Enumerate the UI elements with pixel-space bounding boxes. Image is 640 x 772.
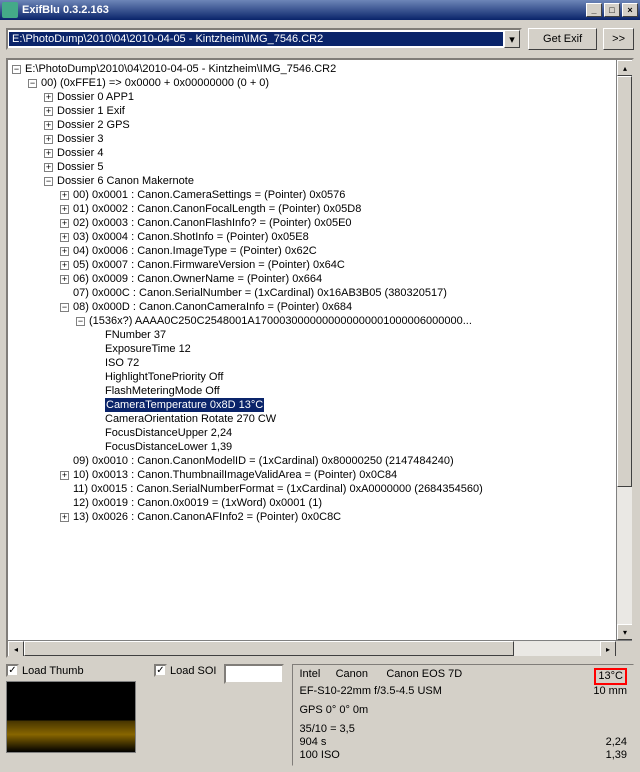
tree-leaf-selected[interactable]: CameraTemperature 0x8D 13°C xyxy=(105,398,264,412)
scroll-left-icon[interactable]: ◂ xyxy=(8,641,24,656)
tree-node[interactable]: 05) 0x0007 : Canon.FirmwareVersion = (Po… xyxy=(73,258,345,272)
expand-icon[interactable]: + xyxy=(44,163,53,172)
expand-icon[interactable]: + xyxy=(60,471,69,480)
thumbnail-image xyxy=(6,681,136,753)
make: Canon xyxy=(336,668,368,680)
minimize-button[interactable]: _ xyxy=(586,3,602,17)
tree-node[interactable]: 06) 0x0009 : Canon.OwnerName = (Pointer)… xyxy=(73,272,322,286)
tree-node[interactable]: Dossier 3 xyxy=(57,132,103,146)
aperture: 35/10 = 3,5 xyxy=(299,723,354,736)
info-panel: Intel Canon Canon EOS 7D 13°C EF-S10-22m… xyxy=(292,664,634,766)
iso: 100 ISO xyxy=(299,749,339,762)
scroll-down-icon[interactable]: ▾ xyxy=(617,624,632,640)
tree-node[interactable]: 03) 0x0004 : Canon.ShotInfo = (Pointer) … xyxy=(73,230,309,244)
tree-node[interactable]: Dossier 2 GPS xyxy=(57,118,130,132)
tree-node[interactable]: 09) 0x0010 : Canon.CanonModelID = (1xCar… xyxy=(73,454,454,468)
scroll-right-icon[interactable]: ▸ xyxy=(600,641,616,656)
tree-node[interactable]: 00) (0xFFE1) => 0x0000 + 0x00000000 (0 +… xyxy=(41,76,269,90)
expand-icon[interactable]: + xyxy=(60,233,69,242)
expand-icon[interactable]: − xyxy=(76,317,85,326)
tree-node[interactable]: (1536x?) AAAA0C250C2548001A1700030000000… xyxy=(89,314,472,328)
expand-icon[interactable]: + xyxy=(44,149,53,158)
checkbox-icon xyxy=(154,664,167,677)
load-thumb-checkbox[interactable]: Load Thumb xyxy=(6,664,84,677)
expand-icon[interactable]: + xyxy=(44,135,53,144)
path-combo[interactable]: E:\PhotoDump\2010\04\2010-04-05 - Kintzh… xyxy=(6,28,522,50)
tree-node[interactable]: 12) 0x0019 : Canon.0x0019 = (1xWord) 0x0… xyxy=(73,496,322,510)
expand-icon[interactable]: + xyxy=(44,93,53,102)
model: Canon EOS 7D xyxy=(386,668,462,680)
app-icon xyxy=(2,2,18,18)
focal-length: 10 mm xyxy=(593,685,627,698)
more-button[interactable]: >> xyxy=(603,28,634,50)
chevron-down-icon[interactable]: ▾ xyxy=(504,30,520,48)
tree-leaf[interactable]: CameraOrientation Rotate 270 CW xyxy=(105,412,276,426)
vertical-scrollbar[interactable]: ▴ ▾ xyxy=(616,60,632,640)
tree-node[interactable]: 02) 0x0003 : Canon.CanonFlashInfo? = (Po… xyxy=(73,216,352,230)
expand-icon[interactable]: − xyxy=(12,65,21,74)
checkbox-icon xyxy=(6,664,19,677)
get-exif-button[interactable]: Get Exif xyxy=(528,28,597,50)
tree-node[interactable]: 07) 0x000C : Canon.SerialNumber = (1xCar… xyxy=(73,286,447,300)
tree-node[interactable]: 00) 0x0001 : Canon.CameraSettings = (Poi… xyxy=(73,188,345,202)
expand-icon[interactable]: − xyxy=(28,79,37,88)
expand-icon[interactable]: + xyxy=(60,247,69,256)
tree-node[interactable]: E:\PhotoDump\2010\04\2010-04-05 - Kintzh… xyxy=(25,62,336,76)
tree-leaf[interactable]: ISO 72 xyxy=(105,356,139,370)
titlebar: ExifBlu 0.3.2.163 _ □ × xyxy=(0,0,640,20)
expand-icon[interactable]: + xyxy=(44,121,53,130)
tree-panel: −E:\PhotoDump\2010\04\2010-04-05 - Kintz… xyxy=(6,58,634,658)
path-value: E:\PhotoDump\2010\04\2010-04-05 - Kintzh… xyxy=(9,32,503,46)
tree-node[interactable]: Dossier 1 Exif xyxy=(57,104,125,118)
expand-icon[interactable]: − xyxy=(60,303,69,312)
expand-icon[interactable]: + xyxy=(60,275,69,284)
close-button[interactable]: × xyxy=(622,3,638,17)
byte-order: Intel xyxy=(299,668,320,680)
expand-icon[interactable]: + xyxy=(60,261,69,270)
tree-leaf[interactable]: FocusDistanceUpper 2,24 xyxy=(105,426,232,440)
tree-node[interactable]: Dossier 6 Canon Makernote xyxy=(57,174,194,188)
tree-leaf[interactable]: HighlightTonePriority Off xyxy=(105,370,223,384)
focus-lower: 1,39 xyxy=(606,749,627,762)
tree-node[interactable]: Dossier 4 xyxy=(57,146,103,160)
exposure: 904 s xyxy=(299,736,326,749)
focus-upper: 2,24 xyxy=(606,736,627,749)
tree-node[interactable]: 04) 0x0006 : Canon.ImageType = (Pointer)… xyxy=(73,244,317,258)
tree-node[interactable]: Dossier 0 APP1 xyxy=(57,90,134,104)
tree-node[interactable]: 10) 0x0013 : Canon.ThumbnailImageValidAr… xyxy=(73,468,397,482)
lens: EF-S10-22mm f/3.5-4.5 USM xyxy=(299,685,441,698)
exif-tree[interactable]: −E:\PhotoDump\2010\04\2010-04-05 - Kintz… xyxy=(8,60,632,640)
tree-node[interactable]: 13) 0x0026 : Canon.CanonAFInfo2 = (Point… xyxy=(73,510,341,524)
tree-leaf[interactable]: FocusDistanceLower 1,39 xyxy=(105,440,232,454)
tree-leaf[interactable]: FNumber 37 xyxy=(105,328,166,342)
expand-icon[interactable]: + xyxy=(60,205,69,214)
expand-icon[interactable]: − xyxy=(44,177,53,186)
load-soi-checkbox[interactable]: Load SOI xyxy=(154,664,216,677)
temperature-highlight: 13°C xyxy=(594,668,627,685)
expand-icon[interactable]: + xyxy=(60,219,69,228)
tree-node[interactable]: Dossier 5 xyxy=(57,160,103,174)
expand-icon[interactable]: + xyxy=(60,513,69,522)
tree-node[interactable]: 11) 0x0015 : Canon.SerialNumberFormat = … xyxy=(73,482,483,496)
tree-node[interactable]: 08) 0x000D : Canon.CanonCameraInfo = (Po… xyxy=(73,300,352,314)
window-title: ExifBlu 0.3.2.163 xyxy=(22,4,584,16)
expand-icon[interactable]: + xyxy=(60,191,69,200)
tree-node[interactable]: 01) 0x0002 : Canon.CanonFocalLength = (P… xyxy=(73,202,361,216)
bottom-panel: Load Thumb Load SOI Intel Canon Canon EO… xyxy=(0,658,640,772)
tree-leaf[interactable]: ExposureTime 12 xyxy=(105,342,191,356)
maximize-button[interactable]: □ xyxy=(604,3,620,17)
scroll-up-icon[interactable]: ▴ xyxy=(617,60,632,76)
horizontal-scrollbar[interactable]: ◂ ▸ xyxy=(8,640,632,656)
expand-icon[interactable]: + xyxy=(44,107,53,116)
tree-leaf[interactable]: FlashMeteringMode Off xyxy=(105,384,220,398)
gps: GPS 0° 0° 0m xyxy=(299,704,368,717)
toolbar: E:\PhotoDump\2010\04\2010-04-05 - Kintzh… xyxy=(0,20,640,58)
value-input[interactable] xyxy=(224,664,284,684)
